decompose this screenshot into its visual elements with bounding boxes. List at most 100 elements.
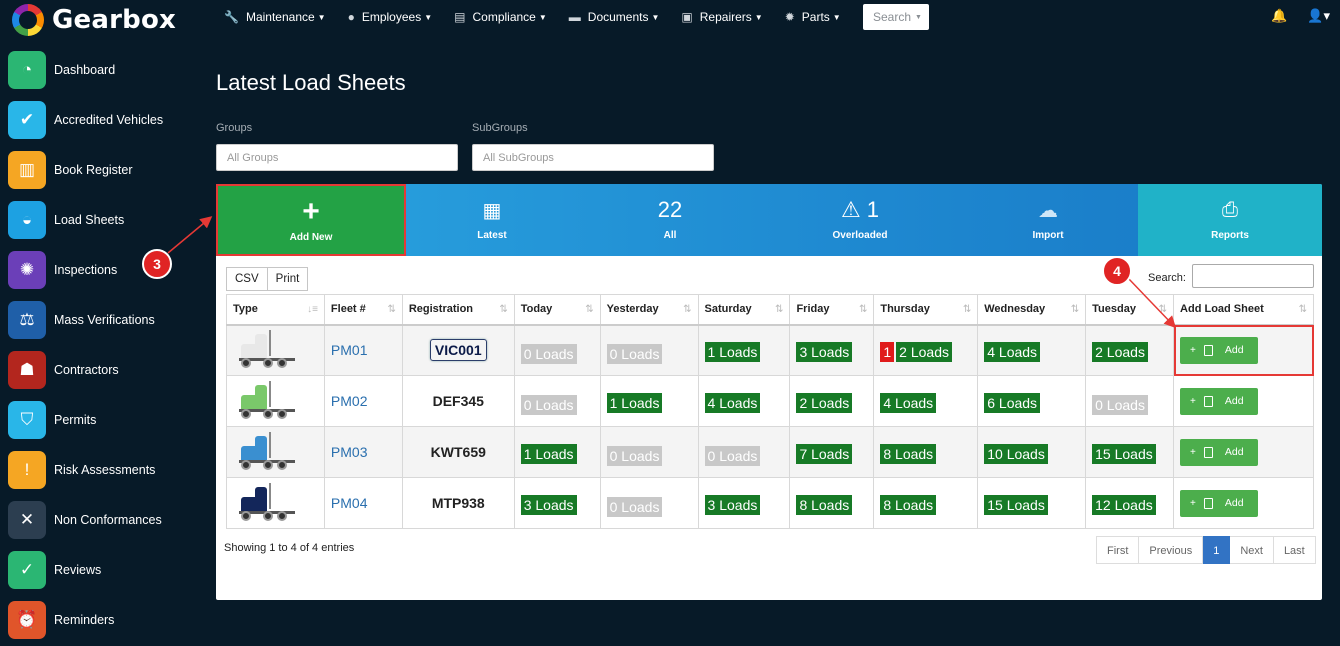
- load-count-badge[interactable]: 0 Loads: [606, 344, 663, 365]
- load-count-badge[interactable]: 2 Loads: [796, 393, 853, 413]
- sidebar-item-dashboard[interactable]: ◔ Dashboard: [0, 45, 200, 95]
- column-header-wednesday[interactable]: Wednesday ⇅: [977, 294, 1087, 326]
- sidebar-item-reviews[interactable]: ✓ Reviews: [0, 545, 200, 595]
- column-header-registration[interactable]: Registration ⇅: [401, 294, 515, 326]
- load-count-badge[interactable]: 0 Loads: [1092, 395, 1148, 415]
- load-count-badge[interactable]: 2 Loads: [1092, 342, 1148, 363]
- chevron-down-icon: ▼: [754, 12, 763, 22]
- nav-compliance[interactable]: ▤ Compliance ▼: [454, 10, 547, 24]
- load-count-badge[interactable]: 12 Loads: [1092, 495, 1156, 515]
- load-count-badge[interactable]: 6 Loads: [984, 393, 1041, 413]
- load-count-badge[interactable]: 3 Loads: [520, 495, 577, 515]
- load-count-badge[interactable]: 15 Loads: [1092, 444, 1156, 464]
- load-count-badge[interactable]: 8 Loads: [796, 495, 853, 515]
- load-count-badge[interactable]: 8 Loads: [880, 495, 937, 515]
- nav-documents[interactable]: ▬ Documents ▼: [569, 10, 660, 24]
- page-1-button[interactable]: 1: [1203, 536, 1231, 564]
- load-count-badge[interactable]: 4 Loads: [984, 342, 1041, 363]
- load-count-badge[interactable]: 0 Loads: [520, 395, 577, 415]
- load-count-badge[interactable]: 3 Loads: [704, 495, 761, 515]
- registration-cell: MTP938: [401, 477, 515, 529]
- load-count-badge[interactable]: 1 Loads: [520, 444, 577, 464]
- groups-select[interactable]: All Groups: [216, 144, 458, 171]
- overloaded-badge[interactable]: 1: [880, 342, 895, 363]
- page-next-button[interactable]: Next: [1230, 536, 1274, 564]
- column-header-add-load-sheet[interactable]: Add Load Sheet ⇅: [1173, 294, 1314, 326]
- load-count-badge[interactable]: 7 Loads: [796, 444, 853, 464]
- csv-button[interactable]: CSV: [226, 267, 268, 291]
- column-header-yesterday[interactable]: Yesterday ⇅: [599, 294, 699, 326]
- page-first-button[interactable]: First: [1096, 536, 1140, 564]
- sidebar-item-label: Risk Assessments: [54, 463, 156, 477]
- load-count-badge[interactable]: 10 Loads: [984, 444, 1048, 464]
- load-count-badge[interactable]: 3 Loads: [796, 342, 853, 363]
- sidebar-item-non-conformances[interactable]: ✕ Non Conformances: [0, 495, 200, 545]
- sidebar-item-contractors[interactable]: ☗ Contractors: [0, 345, 200, 395]
- load-count-badge[interactable]: 4 Loads: [704, 393, 761, 413]
- overloaded-button[interactable]: ⚠ 1 Overloaded: [762, 184, 958, 256]
- import-button[interactable]: ☁ Import: [958, 184, 1138, 256]
- add-label: Add: [1224, 395, 1244, 407]
- sidebar-item-accredited-vehicles[interactable]: ✔ Accredited Vehicles: [0, 95, 200, 145]
- sidebar-item-permits[interactable]: ⛉ Permits: [0, 395, 200, 445]
- load-count-badge[interactable]: 1 Loads: [704, 342, 761, 363]
- registration-cell: DEF345: [401, 375, 515, 427]
- reports-button[interactable]: ⎙ Reports: [1138, 184, 1322, 256]
- fleet-link[interactable]: PM04: [331, 495, 368, 511]
- page-previous-button[interactable]: Previous: [1139, 536, 1204, 564]
- fleet-link[interactable]: PM01: [331, 342, 368, 358]
- nav-employees[interactable]: ● Employees ▼: [348, 10, 433, 24]
- file-icon: [1203, 395, 1213, 407]
- column-header-fleet[interactable]: Fleet # ⇅: [323, 294, 403, 326]
- load-count-badge[interactable]: 1 Loads: [606, 393, 663, 413]
- table-search-input[interactable]: [1192, 264, 1314, 288]
- sidebar-item-mass-verifications[interactable]: ⚖ Mass Verifications: [0, 295, 200, 345]
- warning-icon: ⚠: [841, 197, 861, 222]
- nav-repairers[interactable]: ▣ Repairers ▼: [681, 10, 762, 24]
- nav-parts[interactable]: ✹ Parts ▼: [785, 10, 841, 24]
- column-header-today[interactable]: Today ⇅: [513, 294, 601, 326]
- gearbox-logo[interactable]: Gearbox: [12, 4, 176, 36]
- sidebar-item-load-sheets[interactable]: ◒ Load Sheets: [0, 195, 200, 245]
- load-count-badge[interactable]: 0 Loads: [606, 446, 663, 466]
- bell-icon[interactable]: 🔔: [1271, 8, 1287, 24]
- friday-cell: 8 Loads: [789, 477, 875, 529]
- add-load-sheet-button[interactable]: + Add: [1180, 387, 1259, 415]
- nav-maintenance[interactable]: 🔧 Maintenance ▼: [224, 10, 326, 24]
- load-count-badge[interactable]: 15 Loads: [984, 495, 1048, 515]
- all-button[interactable]: 22 All: [578, 184, 762, 256]
- add-load-sheet-cell: + Add: [1173, 477, 1314, 529]
- user-menu-icon[interactable]: 👤▾: [1307, 8, 1330, 24]
- column-header-label: Thursday: [880, 303, 930, 316]
- add-load-sheet-button[interactable]: + Add: [1180, 336, 1259, 364]
- add-new-button[interactable]: + Add New: [216, 184, 406, 256]
- page-last-button[interactable]: Last: [1273, 536, 1316, 564]
- load-count-badge[interactable]: 2 Loads: [896, 342, 952, 363]
- load-count-badge[interactable]: 0 Loads: [704, 446, 761, 466]
- add-load-sheet-button[interactable]: + Add: [1180, 438, 1259, 466]
- load-count-badge[interactable]: 8 Loads: [880, 444, 937, 464]
- search-menu-button[interactable]: Search ▼: [863, 4, 929, 30]
- load-count-badge[interactable]: 4 Loads: [880, 393, 937, 413]
- load-count-badge[interactable]: 0 Loads: [520, 344, 577, 365]
- sidebar-item-reminders[interactable]: ⏰ Reminders: [0, 595, 200, 645]
- sidebar-item-risk-assessments[interactable]: ! Risk Assessments: [0, 445, 200, 495]
- fleet-link[interactable]: PM03: [331, 444, 368, 460]
- x-icon: ✕: [8, 501, 46, 539]
- add-load-sheet-button[interactable]: + Add: [1180, 489, 1259, 517]
- sort-icon: ⇅: [775, 304, 784, 315]
- subgroups-select[interactable]: All SubGroups: [472, 144, 714, 171]
- latest-button[interactable]: ▦ Latest: [406, 184, 578, 256]
- sort-icon: ⇅: [858, 304, 868, 315]
- gearbox-logo-icon: [12, 4, 44, 36]
- column-header-saturday[interactable]: Saturday ⇅: [697, 294, 791, 326]
- column-header-friday[interactable]: Friday ⇅: [789, 294, 875, 326]
- registration-value: VIC001: [429, 339, 487, 362]
- print-button[interactable]: Print: [267, 267, 309, 291]
- column-header-tuesday[interactable]: Tuesday ⇅: [1085, 294, 1175, 326]
- sidebar-item-book-register[interactable]: ▥ Book Register: [0, 145, 200, 195]
- load-count-badge[interactable]: 0 Loads: [606, 497, 663, 517]
- column-header-type[interactable]: Type ↓≡: [226, 294, 325, 326]
- column-header-thursday[interactable]: Thursday ⇅: [873, 294, 979, 326]
- fleet-link[interactable]: PM02: [331, 393, 368, 409]
